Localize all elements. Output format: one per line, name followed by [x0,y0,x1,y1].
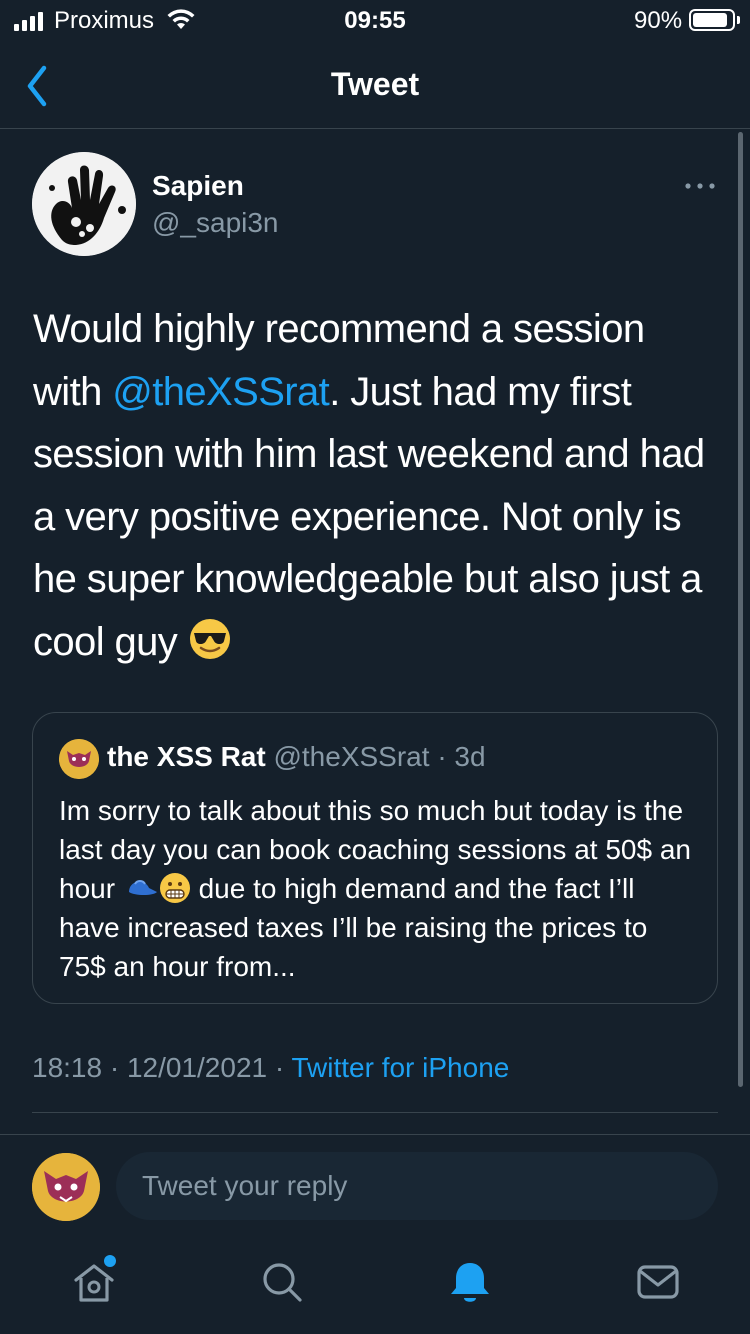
home-notification-dot [104,1255,116,1267]
user-avatar[interactable] [32,1153,100,1221]
quoted-author-avatar [59,739,99,779]
messages-icon[interactable] [634,1258,682,1306]
author-handle[interactable]: @_sapi3n [152,207,279,239]
search-icon[interactable] [258,1258,306,1306]
status-bar: Proximus 09:55 90% [0,0,750,44]
rat-avatar-image [32,1153,100,1221]
battery-level [693,13,727,27]
notifications-icon[interactable] [446,1258,494,1306]
quoted-tweet-header: the XSS Rat @theXSSrat · 3d [107,741,486,773]
battery-nub [737,16,740,24]
author-avatar[interactable] [32,152,136,256]
scrollbar[interactable] [738,132,743,1087]
divider [32,1112,718,1113]
mention-link[interactable]: @theXSSrat [112,370,330,414]
sunglasses-emoji-icon [189,618,230,659]
tweet-text: Would highly recommend a session with @t… [33,298,723,673]
blue-cap-emoji-icon [128,880,157,895]
battery-percent: 90% [634,7,683,34]
tweet-timestamp: 18:18 · 12/01/2021 · Twitter for iPhone [32,1052,509,1084]
author-name[interactable]: Sapien [152,170,244,202]
quoted-author-meta: @theXSSrat · 3d [265,741,486,772]
quoted-tweet-text: Im sorry to talk about this so much but … [59,791,699,986]
grimacing-emoji-icon [159,873,190,903]
reply-placeholder: Tweet your reply [142,1170,348,1201]
quoted-author-name: the XSS Rat [107,741,266,772]
battery-icon [689,9,735,31]
tweet-time-date: 18:18 · 12/01/2021 · [32,1052,292,1083]
tab-bar [0,1238,750,1334]
nav-header: Tweet [0,44,750,129]
rat-avatar-image [59,739,99,779]
client-link[interactable]: Twitter for iPhone [291,1052,509,1083]
handprint-image [32,152,136,256]
more-options-icon[interactable] [678,172,722,200]
reply-input[interactable]: Tweet your reply [116,1152,718,1220]
page-title: Tweet [330,66,420,102]
quoted-tweet-card[interactable]: the XSS Rat @theXSSrat · 3d Im sorry to … [32,712,718,1004]
